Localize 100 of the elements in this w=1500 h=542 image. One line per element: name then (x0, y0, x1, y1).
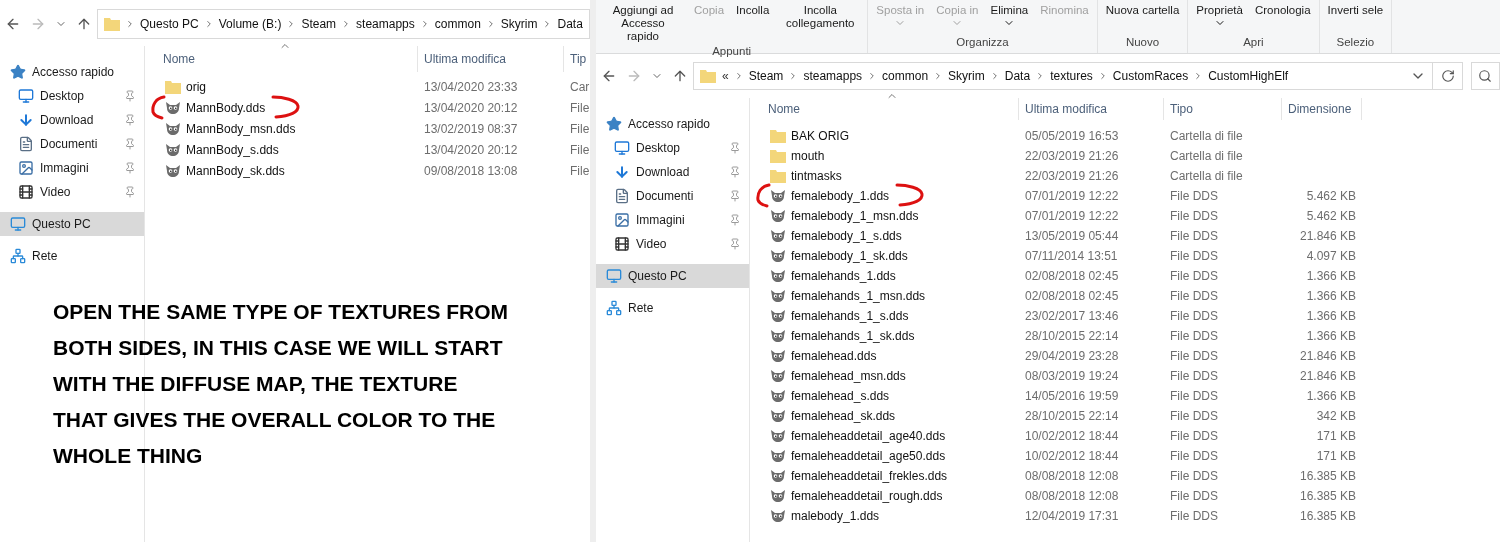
modified-date: 07/01/2019 12:22 (1024, 188, 1120, 205)
column-header[interactable]: Nome (145, 46, 418, 72)
download-icon (18, 112, 34, 128)
refresh-icon (1440, 69, 1455, 83)
navigation-item[interactable]: Desktop (596, 136, 749, 160)
file-name[interactable]: femaleheaddetail_rough.dds (791, 489, 943, 503)
navigation-item[interactable]: Documenti (0, 132, 144, 156)
file-type: File DDS (1169, 188, 1219, 205)
file-size: 1.366 KB (1305, 308, 1356, 325)
navigation-item[interactable]: Rete (0, 244, 144, 268)
modified-date: 14/05/2016 19:59 (1024, 388, 1120, 405)
breadcrumb-item[interactable]: Data (1004, 67, 1031, 85)
navigation-item[interactable]: Video (596, 232, 749, 256)
ribbon-group-label: Organizza (955, 34, 1010, 50)
ribbon-command[interactable]: Incolla (734, 4, 772, 17)
column-header[interactable]: Tip (564, 46, 590, 72)
breadcrumb-item[interactable]: Skyrim (948, 67, 985, 85)
navigation-item[interactable]: Video (0, 180, 144, 204)
navigation-item[interactable]: Questo PC (0, 212, 144, 236)
file-name[interactable]: femalehands_1_sk.dds (791, 329, 915, 343)
up-icon[interactable] (76, 16, 92, 32)
navigation-item[interactable]: Download (0, 108, 144, 132)
breadcrumb-item[interactable]: steamapps (803, 67, 863, 85)
navigation-item[interactable]: Questo PC (596, 264, 749, 288)
navigation-item[interactable]: Accesso rapido (596, 112, 749, 136)
column-header[interactable]: Nome (750, 98, 1019, 120)
back-icon[interactable] (5, 16, 21, 32)
navigation-item[interactable]: Immagini (596, 208, 749, 232)
refresh-button[interactable] (1433, 62, 1463, 90)
breadcrumb-item[interactable]: Skyrim (500, 15, 538, 33)
ribbon-command[interactable]: Proprietà (1194, 4, 1245, 29)
computer-icon (10, 216, 26, 232)
file-name[interactable]: MannBody_msn.dds (186, 121, 296, 136)
ribbon-command[interactable]: Cronologia (1252, 4, 1313, 17)
file-size: 5.462 KB (1305, 188, 1356, 205)
up-icon[interactable] (672, 68, 688, 84)
file-name[interactable]: MannBody_s.dds (186, 142, 279, 157)
file-name[interactable]: mouth (791, 149, 825, 163)
animal-face-icon (770, 449, 786, 463)
file-name[interactable]: BAK ORIG (791, 129, 849, 143)
column-header[interactable]: Ultima modifica (1019, 98, 1164, 120)
breadcrumb-item[interactable]: CustomHighElf (1208, 67, 1289, 85)
file-name[interactable]: orig (186, 79, 206, 94)
file-name[interactable]: femalehands_1_msn.dds (791, 289, 926, 303)
modified-date: 23/02/2017 13:46 (1024, 308, 1120, 325)
file-name[interactable]: femalehead_sk.dds (791, 409, 896, 423)
file-name[interactable]: femalehands_1.dds (791, 269, 896, 283)
column-header[interactable]: Ultima modifica (418, 46, 564, 72)
file-name[interactable]: femaleheaddetail_age40.dds (791, 429, 946, 443)
file-name[interactable]: femalehead_msn.dds (791, 369, 906, 383)
navigation-item[interactable]: Rete (596, 296, 749, 320)
file-name[interactable]: femalebody_1_s.dds (791, 229, 902, 243)
file-name[interactable]: tintmasks (791, 169, 842, 183)
network-icon (606, 300, 622, 316)
ribbon-command[interactable]: Inverti sele (1325, 4, 1386, 17)
navigation-item[interactable]: Accesso rapido (0, 60, 144, 84)
breadcrumb-item[interactable]: CustomRaces (1112, 67, 1189, 85)
ribbon-command[interactable]: Elimina (988, 4, 1031, 29)
file-name[interactable]: femaleheaddetail_age50.dds (791, 449, 946, 463)
ribbon-command[interactable]: Incolla collegamento (779, 4, 862, 30)
file-name[interactable]: malebody_1.dds (791, 509, 880, 523)
column-header[interactable]: Dimensione (1282, 98, 1362, 120)
overflow-marker[interactable]: « (722, 67, 729, 85)
ribbon-group-label: Nuovo (1124, 34, 1161, 50)
navigation-item[interactable]: Download (596, 160, 749, 184)
file-name[interactable]: femalebody_1_msn.dds (791, 209, 919, 223)
navigation-item[interactable]: Documenti (596, 184, 749, 208)
ribbon-command[interactable]: Nuova cartella (1103, 4, 1182, 17)
breadcrumb-item[interactable]: Data (557, 15, 583, 33)
ribbon-group-label: Appunti (711, 44, 753, 59)
navigation-item[interactable]: Immagini (0, 156, 144, 180)
file-name[interactable]: femalehands_1_s.dds (791, 309, 909, 323)
breadcrumb-item[interactable]: common (434, 15, 481, 33)
modified-date: 13/02/2019 08:37 (423, 120, 519, 138)
file-name[interactable]: MannBody.dds (186, 100, 266, 115)
file-name[interactable]: femaleheaddetail_frekles.dds (791, 469, 948, 483)
breadcrumb-item[interactable]: textures (1050, 67, 1093, 85)
breadcrumb-item[interactable]: Questo PC (140, 15, 199, 33)
ribbon-command[interactable]: Aggiungi ad Accesso rapido (602, 4, 684, 43)
breadcrumb-item[interactable]: steamapps (356, 15, 415, 33)
file-type: Cartella di file (1169, 128, 1244, 145)
breadcrumb-item[interactable]: Steam (748, 67, 784, 85)
back-icon[interactable] (601, 68, 617, 84)
navigation-item[interactable]: Desktop (0, 84, 144, 108)
breadcrumb-item[interactable]: Steam (301, 15, 337, 33)
file-type: File DDS (1169, 388, 1219, 405)
file-name[interactable]: MannBody_sk.dds (186, 163, 285, 178)
file-name[interactable]: femalehead_s.dds (791, 389, 890, 403)
address-bar[interactable]: « Steam steamapps common Skyrim Data textures CustomRaces CustomHighElf (693, 62, 1433, 90)
file-name[interactable]: femalebody_1_sk.dds (791, 249, 908, 263)
breadcrumb-item[interactable]: common (882, 67, 929, 85)
file-name[interactable]: femalebody_1.dds (791, 189, 890, 203)
file-size: 21.846 KB (1298, 228, 1356, 245)
search-field[interactable] (1471, 62, 1500, 90)
breadcrumb-item[interactable]: Volume (B:) (218, 15, 282, 33)
file-name[interactable]: femalehead.dds (791, 349, 877, 363)
navigation-label: Download (40, 112, 95, 129)
address-bar[interactable]: Questo PC Volume (B:) Steam steamapps common Skyrim Data (97, 9, 590, 39)
modified-date: 08/08/2018 12:08 (1024, 488, 1120, 505)
column-header[interactable]: Tipo (1164, 98, 1282, 120)
